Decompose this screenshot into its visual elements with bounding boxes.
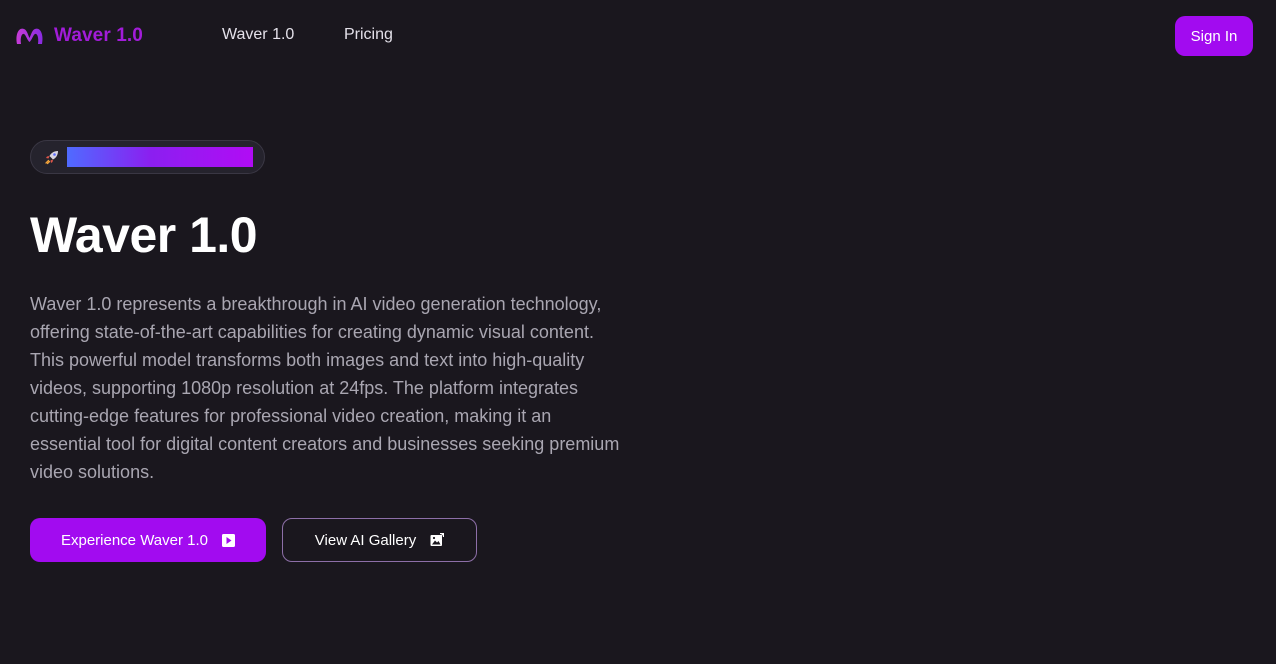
view-gallery-label: View AI Gallery bbox=[314, 531, 417, 549]
badge-gradient-bar bbox=[67, 147, 253, 167]
top-nav: Waver 1.0 Waver 1.0 Pricing Sign In bbox=[0, 0, 1276, 72]
play-icon bbox=[222, 533, 235, 547]
nav-link-waver[interactable]: Waver 1.0 bbox=[222, 26, 294, 44]
page-title: Waver 1.0 bbox=[30, 207, 258, 263]
experience-waver-button[interactable]: Experience Waver 1.0 bbox=[30, 518, 266, 562]
view-gallery-button[interactable]: View AI Gallery bbox=[282, 518, 477, 562]
experience-waver-label: Experience Waver 1.0 bbox=[60, 531, 208, 549]
logo-icon bbox=[16, 28, 43, 44]
brand-logo[interactable]: Waver 1.0 bbox=[15, 22, 143, 50]
rocket-icon bbox=[45, 151, 58, 165]
brand-name: Waver 1.0 bbox=[54, 25, 143, 46]
gallery-icon bbox=[430, 533, 445, 546]
nav-link-pricing[interactable]: Pricing bbox=[344, 26, 393, 44]
sign-in-button[interactable]: Sign In bbox=[1175, 16, 1253, 56]
hero-description: Waver 1.0 represents a breakthrough in A… bbox=[30, 294, 620, 482]
announcement-badge[interactable] bbox=[30, 140, 265, 174]
